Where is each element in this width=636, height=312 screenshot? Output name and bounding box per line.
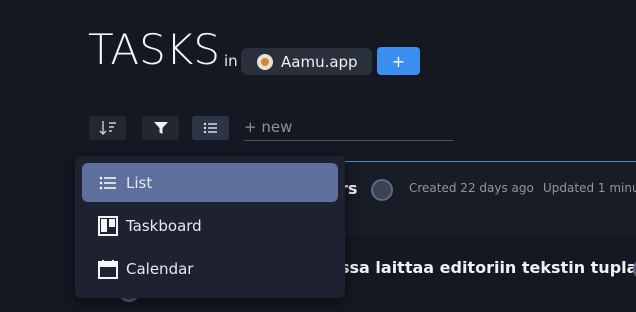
page-title: TASKS (88, 25, 220, 74)
view-option-taskboard[interactable]: Taskboard (82, 206, 338, 245)
created-time: Created 22 days ago (409, 181, 534, 195)
new-task-input[interactable]: + new (244, 117, 454, 141)
list-icon (98, 173, 118, 193)
view-menu: List Taskboard Calendar (75, 156, 345, 298)
view-option-calendar[interactable]: Calendar (82, 249, 338, 288)
calendar-icon (98, 259, 118, 279)
avatar (371, 179, 393, 201)
view-option-label: Taskboard (126, 216, 202, 235)
add-task-button[interactable]: + (377, 47, 420, 75)
view-option-label: Calendar (126, 259, 194, 278)
project-selector[interactable]: Aamu.app (241, 48, 372, 75)
taskboard-icon (98, 215, 118, 236)
view-option-list[interactable]: List (82, 163, 338, 202)
sort-button[interactable] (89, 116, 126, 140)
updated-time: Updated 1 minu (543, 181, 636, 195)
task-title: ssa laittaa editoriin tekstin tuplana (340, 258, 636, 277)
project-logo-icon (257, 53, 273, 70)
sort-icon (99, 121, 116, 135)
list-icon (203, 122, 217, 134)
filter-icon (153, 122, 168, 134)
view-option-label: List (126, 173, 153, 192)
filter-button[interactable] (142, 116, 179, 140)
view-button[interactable] (192, 116, 229, 140)
project-name: Aamu.app (281, 52, 358, 71)
in-label: in (224, 52, 238, 70)
